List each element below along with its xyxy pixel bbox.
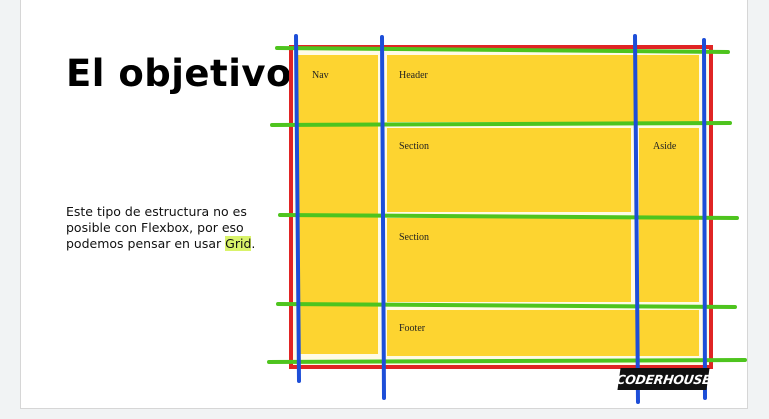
section-cell-2	[387, 218, 631, 302]
nav-label: Nav	[312, 70, 329, 81]
row-line-2	[270, 121, 732, 127]
section-label-2: Section	[399, 232, 429, 243]
aside-cell	[639, 128, 699, 302]
grid-layout-diagram: Nav Header Section Aside Section Footer	[267, 34, 747, 404]
nav-cell	[298, 55, 378, 354]
coderhouse-logo: CODERHOUSE	[615, 368, 712, 390]
footer-label: Footer	[399, 323, 426, 334]
section-label-1: Section	[399, 141, 429, 152]
logo-text: CODERHOUSE	[615, 371, 712, 387]
header-label: Header	[399, 70, 429, 81]
aside-label: Aside	[653, 141, 677, 152]
row-line-5	[267, 358, 747, 364]
column-line-4	[702, 38, 707, 400]
column-line-2	[380, 35, 386, 400]
header-cell	[387, 55, 699, 122]
footer-cell	[387, 310, 699, 356]
